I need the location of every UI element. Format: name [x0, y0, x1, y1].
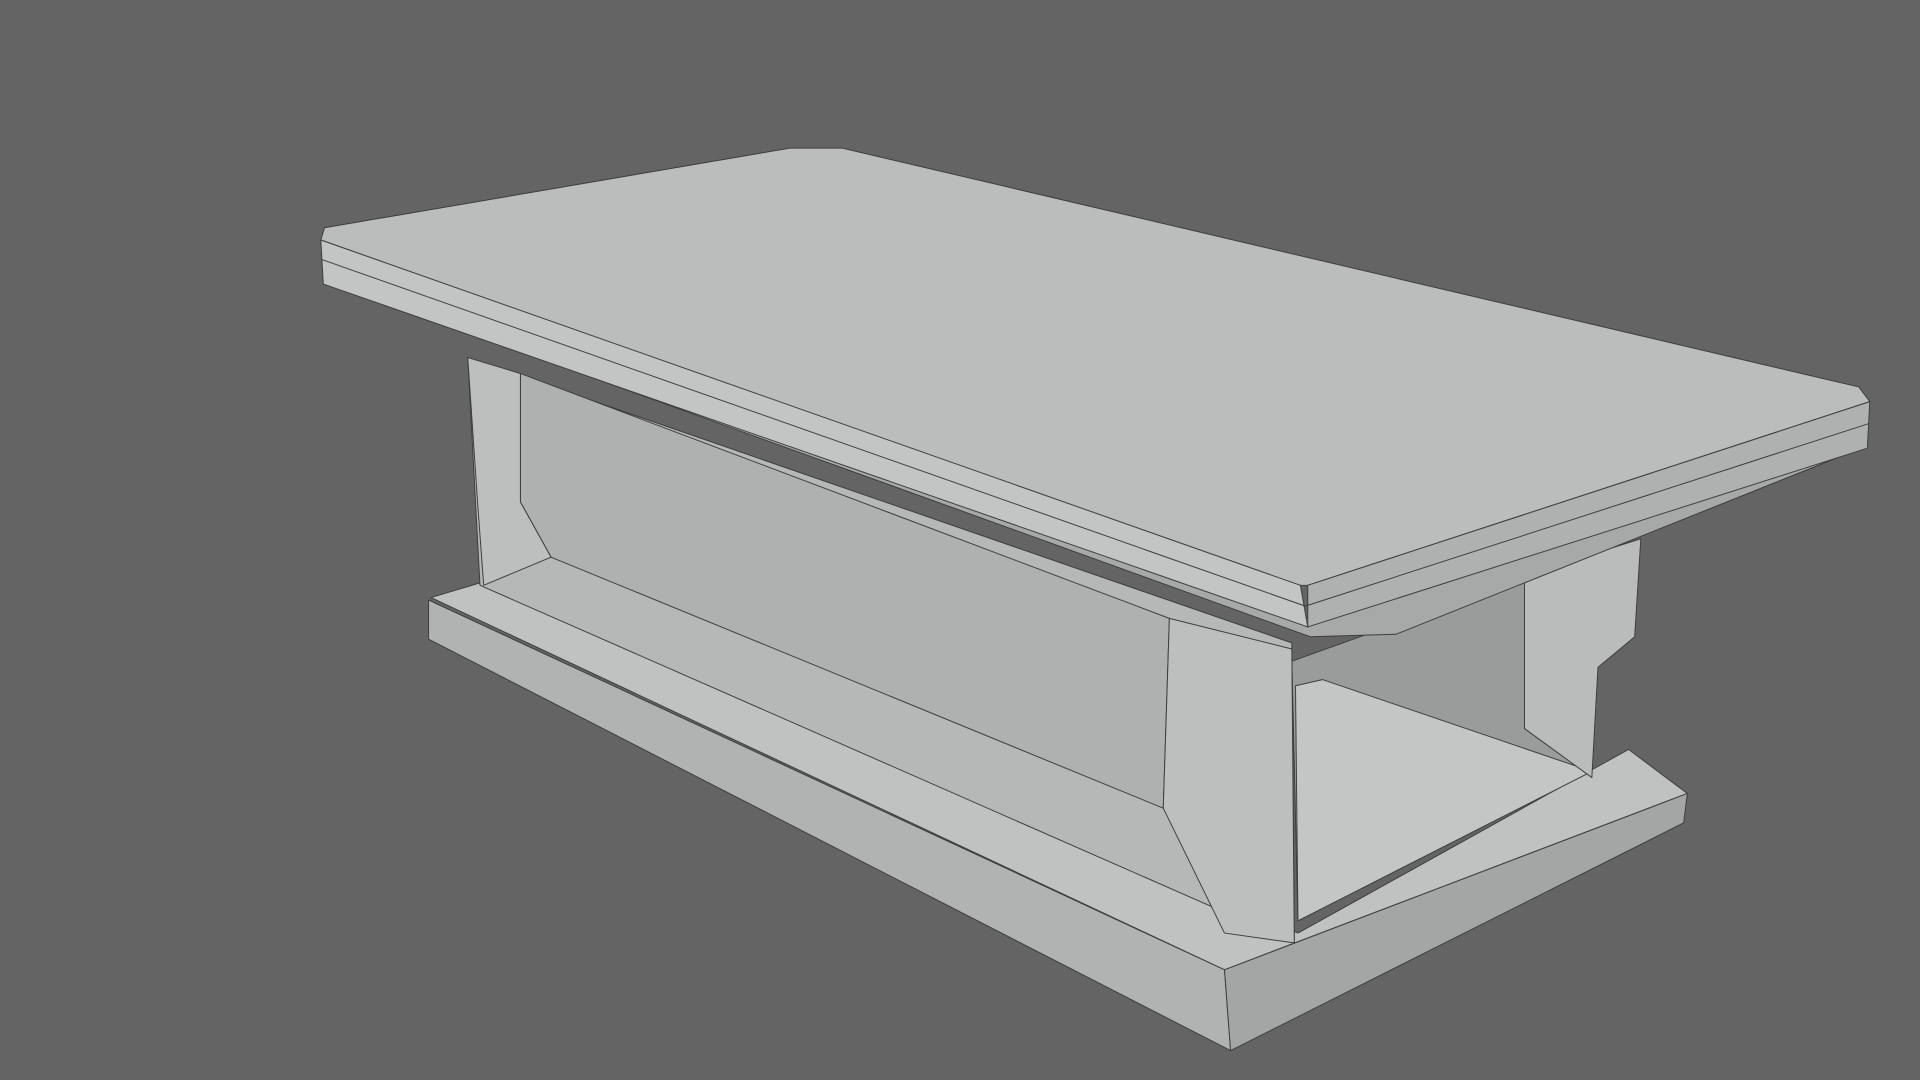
3d-viewport[interactable] — [0, 0, 1920, 1080]
table-render — [320, 147, 1871, 1052]
